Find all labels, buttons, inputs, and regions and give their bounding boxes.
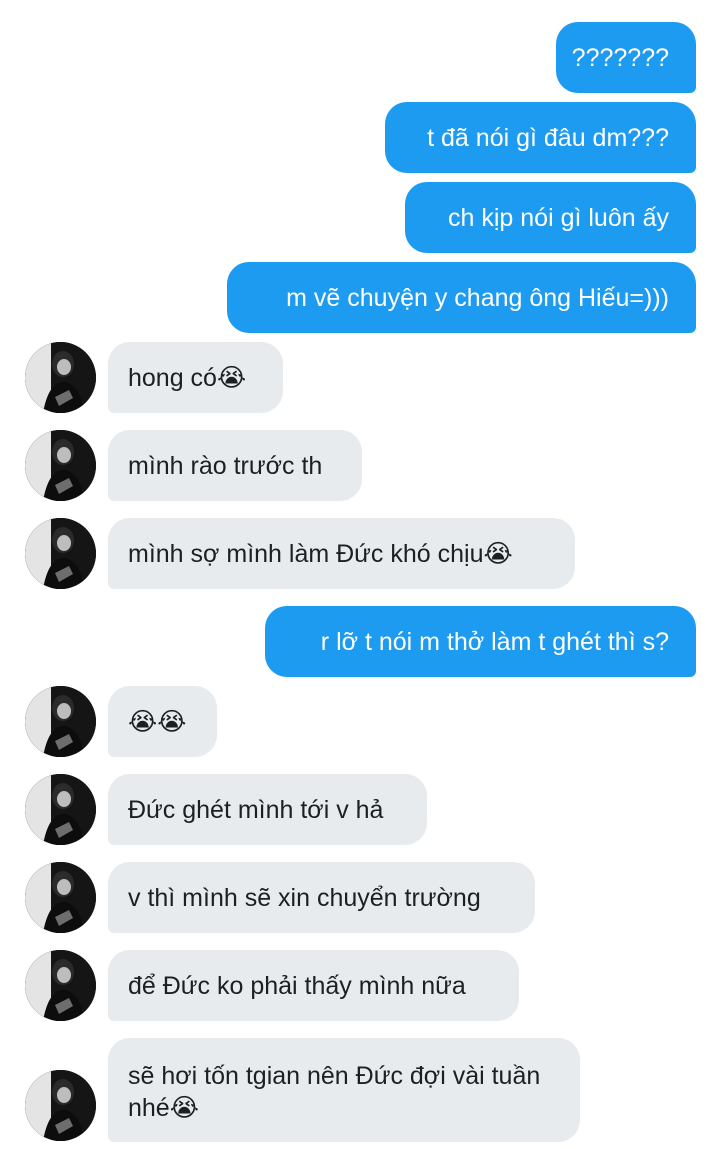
message-thread: ??????? t đã nói gì đâu dm??? ch kịp nói… <box>0 0 719 1149</box>
incoming-message[interactable]: 😭😭 <box>108 686 217 757</box>
avatar-photo-icon <box>25 686 96 757</box>
message-text: Đức ghét mình tới v hả <box>128 795 384 824</box>
contact-avatar[interactable] <box>25 430 96 501</box>
avatar-photo-icon <box>25 950 96 1021</box>
message-text: mình sợ mình làm Đức khó chịu😭 <box>128 539 513 568</box>
contact-avatar[interactable] <box>25 862 96 933</box>
outgoing-message[interactable]: ??????? <box>556 22 696 93</box>
message-text: t đã nói gì đâu dm??? <box>427 123 669 152</box>
message-text: v thì mình sẽ xin chuyển trường <box>128 883 481 912</box>
message-text: ch kịp nói gì luôn ấy <box>448 203 669 232</box>
contact-avatar[interactable] <box>25 518 96 589</box>
incoming-message[interactable]: mình sợ mình làm Đức khó chịu😭 <box>108 518 575 589</box>
incoming-message[interactable]: v thì mình sẽ xin chuyển trường <box>108 862 535 933</box>
incoming-message[interactable]: hong có😭 <box>108 342 283 413</box>
contact-avatar[interactable] <box>25 342 96 413</box>
message-text: hong có😭 <box>128 363 247 392</box>
avatar-photo-icon <box>25 1070 96 1141</box>
incoming-message[interactable]: để Đức ko phải thấy mình nữa <box>108 950 519 1021</box>
message-text: để Đức ko phải thấy mình nữa <box>128 971 466 1000</box>
avatar-photo-icon <box>25 774 96 845</box>
incoming-message[interactable]: Đức ghét mình tới v hả <box>108 774 427 845</box>
avatar-photo-icon <box>25 430 96 501</box>
contact-avatar[interactable] <box>25 686 96 757</box>
message-text: 😭😭 <box>128 707 187 736</box>
message-text: sẽ hơi tốn tgian nên Đức đợi vài tuần nh… <box>128 1062 541 1122</box>
avatar-photo-icon <box>25 342 96 413</box>
avatar-photo-icon <box>25 862 96 933</box>
outgoing-message[interactable]: t đã nói gì đâu dm??? <box>385 102 696 173</box>
outgoing-message[interactable]: m vẽ chuyện y chang ông Hiếu=))) <box>227 262 696 333</box>
incoming-message[interactable]: sẽ hơi tốn tgian nên Đức đợi vài tuần nh… <box>108 1038 580 1142</box>
message-text: ??????? <box>571 43 669 72</box>
outgoing-message[interactable]: r lỡ t nói m thở làm t ghét thì s? <box>265 606 696 677</box>
message-text: m vẽ chuyện y chang ông Hiếu=))) <box>286 283 669 312</box>
message-text: r lỡ t nói m thở làm t ghét thì s? <box>320 627 669 656</box>
contact-avatar[interactable] <box>25 774 96 845</box>
contact-avatar[interactable] <box>25 950 96 1021</box>
incoming-message[interactable]: mình rào trước th <box>108 430 362 501</box>
contact-avatar[interactable] <box>25 1070 96 1141</box>
outgoing-message[interactable]: ch kịp nói gì luôn ấy <box>405 182 696 253</box>
message-text: mình rào trước th <box>128 451 323 480</box>
avatar-photo-icon <box>25 518 96 589</box>
